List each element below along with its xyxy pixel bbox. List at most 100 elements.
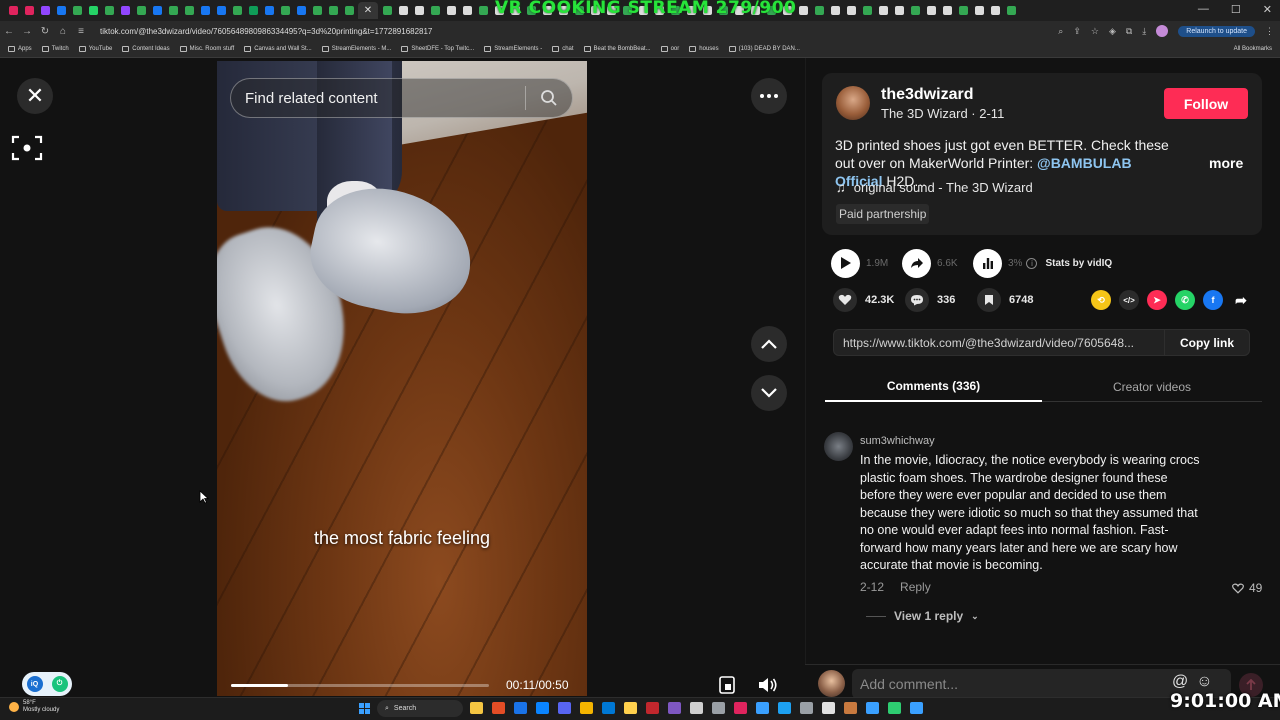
- creator-username[interactable]: the3dwizard: [881, 86, 973, 104]
- play-count-button[interactable]: [831, 248, 860, 278]
- browser-tab[interactable]: [198, 4, 212, 17]
- copy-link-button[interactable]: Copy link: [1164, 330, 1249, 355]
- video-player[interactable]: [217, 61, 587, 696]
- like-button[interactable]: [833, 288, 857, 312]
- embed-code-icon[interactable]: </>: [1119, 290, 1139, 310]
- taskbar-app-icon[interactable]: [712, 702, 725, 714]
- taskbar-app-icon[interactable]: [822, 702, 835, 714]
- browser-tab[interactable]: [118, 4, 132, 17]
- browser-tab[interactable]: [956, 4, 970, 17]
- profile-avatar[interactable]: [1156, 25, 1169, 37]
- taskbar-app-icon[interactable]: [756, 702, 769, 714]
- browser-tab[interactable]: [988, 4, 1002, 17]
- bookmark-item[interactable]: StreamElements - M...: [321, 46, 391, 52]
- bookmark-item[interactable]: YouTube: [78, 46, 112, 52]
- browser-tab[interactable]: [182, 4, 196, 17]
- minimize-icon[interactable]: —: [1198, 3, 1209, 16]
- extension-logo-icon[interactable]: iQ: [26, 676, 43, 692]
- browser-tab[interactable]: [310, 4, 324, 17]
- tab-creator-videos[interactable]: Creator videos: [1042, 372, 1262, 402]
- mini-player-button[interactable]: [711, 672, 743, 698]
- browser-tab[interactable]: [230, 4, 244, 17]
- maximize-icon[interactable]: ☐: [1231, 3, 1241, 16]
- previous-video-button[interactable]: [751, 326, 787, 362]
- whatsapp-icon[interactable]: ✆: [1175, 290, 1195, 310]
- browser-tab[interactable]: [972, 4, 986, 17]
- bookmark-item[interactable]: houses: [689, 46, 719, 52]
- taskbar-app-icon[interactable]: [668, 702, 681, 714]
- taskbar-app-icon[interactable]: [800, 702, 813, 714]
- bookmark-item[interactable]: chat: [552, 46, 574, 52]
- info-icon[interactable]: i: [1026, 257, 1038, 269]
- browser-tab[interactable]: [812, 4, 826, 17]
- taskbar-app-icon[interactable]: [536, 702, 549, 714]
- volume-button[interactable]: [752, 672, 784, 698]
- taskbar-app-icon[interactable]: [910, 702, 923, 714]
- repost-icon[interactable]: ⟲: [1091, 290, 1111, 310]
- taskbar-app-icon[interactable]: [646, 702, 659, 714]
- bookmark-star-icon[interactable]: ☆: [1091, 26, 1099, 37]
- all-bookmarks[interactable]: All Bookmarks: [1234, 46, 1272, 52]
- weather-widget[interactable]: 58°F Mostly cloudy: [9, 700, 59, 714]
- close-video-button[interactable]: ✕: [17, 78, 53, 114]
- extension-icon[interactable]: ◈: [1109, 26, 1116, 37]
- comment-like-button[interactable]: 49: [1232, 581, 1262, 595]
- bookmark-item[interactable]: Canvas and Wall St...: [244, 46, 312, 52]
- commenter-username[interactable]: sum3whichway: [860, 435, 935, 447]
- taskbar-app-icon[interactable]: [558, 702, 571, 714]
- relaunch-button[interactable]: Relaunch to update: [1178, 25, 1255, 37]
- url-field[interactable]: tiktok.com/@the3dwizard/video/7605648980…: [100, 27, 1058, 36]
- browser-tab[interactable]: [262, 4, 276, 17]
- more-share-icon[interactable]: ➦: [1231, 290, 1251, 310]
- bookmark-item[interactable]: StreamElements -: [484, 46, 542, 52]
- vidiq-stats-label[interactable]: Stats by vidIQ: [1045, 258, 1112, 269]
- search-icon[interactable]: [526, 78, 572, 118]
- close-window-icon[interactable]: ✕: [1263, 3, 1272, 16]
- downloads-icon[interactable]: ⤓: [1142, 26, 1146, 37]
- taskbar-app-icon[interactable]: [690, 702, 703, 714]
- comment-button[interactable]: [905, 288, 929, 312]
- bookmark-item[interactable]: SheetDFE - Top Twitc...: [401, 46, 474, 52]
- facebook-icon[interactable]: f: [1203, 290, 1223, 310]
- back-icon[interactable]: ←: [0, 26, 18, 37]
- browser-tab[interactable]: [278, 4, 292, 17]
- browser-tab[interactable]: [412, 4, 426, 17]
- share-count-button[interactable]: [902, 248, 931, 278]
- bookmark-item[interactable]: Content Ideas: [122, 46, 170, 52]
- site-info-icon[interactable]: ≡: [72, 26, 90, 37]
- taskbar-app-icon[interactable]: [734, 702, 747, 714]
- reload-icon[interactable]: ↻: [36, 26, 54, 37]
- active-tab-close-icon[interactable]: ✕: [358, 2, 378, 19]
- browser-tab[interactable]: [444, 4, 458, 17]
- browser-tab[interactable]: [828, 4, 842, 17]
- browser-tab[interactable]: [102, 4, 116, 17]
- view-replies-button[interactable]: View 1 reply ⌄: [866, 609, 979, 623]
- save-button[interactable]: [977, 288, 1001, 312]
- browser-tab[interactable]: [6, 4, 20, 17]
- description-more-link[interactable]: more: [1209, 155, 1243, 171]
- browser-tab[interactable]: [380, 4, 394, 17]
- taskbar-app-icon[interactable]: [580, 702, 593, 714]
- next-video-button[interactable]: [751, 375, 787, 411]
- forward-icon[interactable]: →: [18, 26, 36, 37]
- browser-tab[interactable]: [22, 4, 36, 17]
- start-button[interactable]: [359, 703, 370, 714]
- commenter-avatar[interactable]: [824, 432, 853, 461]
- browser-tab[interactable]: [1004, 4, 1018, 17]
- reply-button[interactable]: Reply: [900, 580, 931, 594]
- bookmark-item[interactable]: oor: [660, 46, 679, 52]
- browser-tab[interactable]: [860, 4, 874, 17]
- taskbar-app-icon[interactable]: [866, 702, 879, 714]
- video-progress-bar[interactable]: [231, 684, 489, 687]
- browser-tab[interactable]: [38, 4, 52, 17]
- my-avatar[interactable]: [818, 670, 845, 697]
- browser-tab[interactable]: [134, 4, 148, 17]
- mention-at-icon[interactable]: @: [1172, 673, 1188, 691]
- zoom-icon[interactable]: ⌕: [1058, 26, 1063, 37]
- tab-comments[interactable]: Comments (336): [825, 372, 1042, 402]
- share-page-icon[interactable]: ⇪: [1073, 26, 1081, 37]
- browser-tab[interactable]: [460, 4, 474, 17]
- browser-tab[interactable]: [940, 4, 954, 17]
- taskbar-search[interactable]: ⌕ Search: [377, 700, 463, 717]
- home-icon[interactable]: ⌂: [54, 26, 72, 37]
